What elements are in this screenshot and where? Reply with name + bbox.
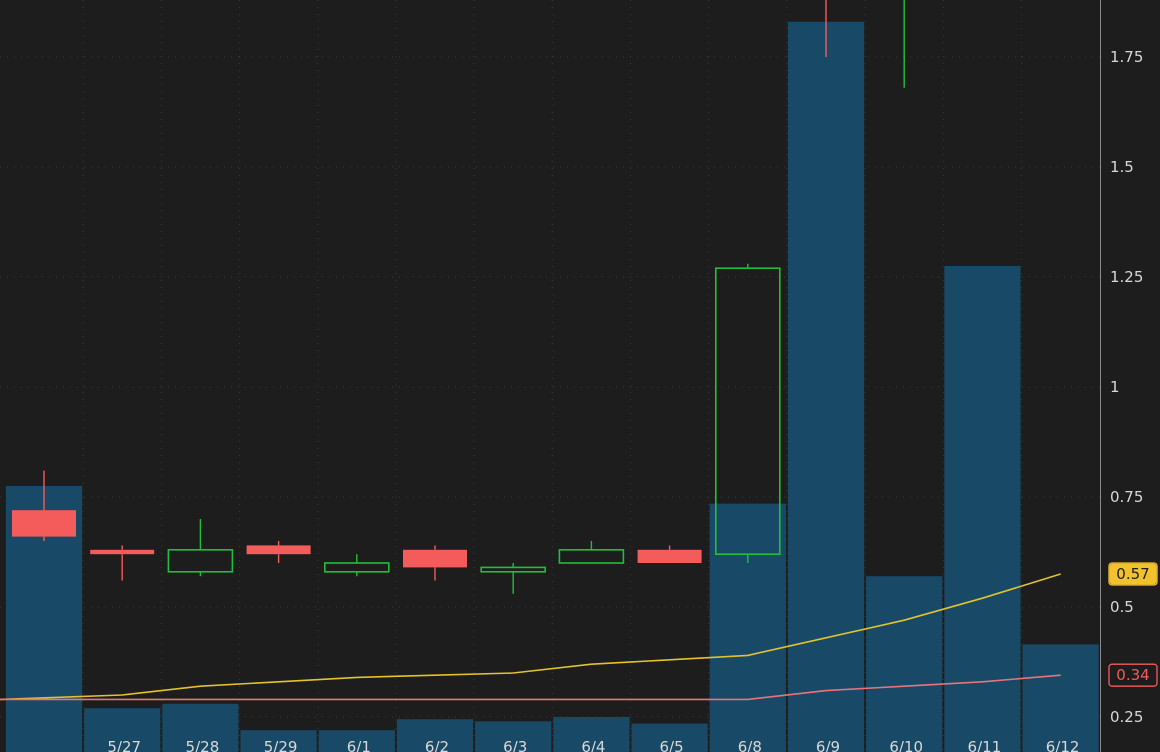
price-badge-text-2: 0.34 bbox=[1116, 666, 1149, 684]
candle-body-8 bbox=[637, 549, 702, 563]
volume-bar-13 bbox=[1022, 644, 1099, 752]
x-tick-label-7: 6/5 bbox=[660, 738, 684, 752]
volume-bars bbox=[5, 21, 1099, 752]
candle-body-3 bbox=[246, 545, 311, 555]
x-tick-label-10: 6/10 bbox=[889, 738, 923, 752]
x-tick-label-6: 6/4 bbox=[581, 738, 605, 752]
candle-body-7 bbox=[558, 548, 625, 564]
candle-8 bbox=[637, 545, 702, 563]
candle-6 bbox=[480, 563, 547, 594]
candle-3 bbox=[246, 541, 311, 563]
candle-body-0 bbox=[12, 510, 76, 537]
candle-5 bbox=[403, 545, 467, 581]
candlestick-chart: 5/27 5/28 5/29 6/1 6/2 6/3 6/4 6/5 6/8 6/9 6/10 6/1… bbox=[0, 0, 1158, 752]
x-tick-label-11: 6/11 bbox=[968, 738, 1002, 752]
x-tick-label-9: 6/9 bbox=[816, 738, 840, 752]
candle-1 bbox=[90, 545, 155, 581]
price-badge-text-1: 0.57 bbox=[1116, 565, 1149, 583]
candle-body-6 bbox=[480, 566, 547, 573]
x-tick-label-8: 6/8 bbox=[738, 738, 762, 752]
y-tick-label-0: 0.25 bbox=[1110, 708, 1143, 726]
y-tick-label-6: 1.75 bbox=[1110, 48, 1143, 66]
volume-bar-10 bbox=[787, 21, 865, 752]
candle-11 bbox=[903, 0, 905, 88]
x-tick-label-0: 5/27 bbox=[107, 738, 141, 752]
y-axis: 0.250.50.7511.251.51.7522.252.52.7533.25 bbox=[1110, 48, 1143, 726]
y-tick-label-3: 1 bbox=[1110, 378, 1120, 396]
volume-bar-11 bbox=[866, 576, 943, 752]
y-tick-label-4: 1.25 bbox=[1110, 268, 1143, 286]
candle-body-5 bbox=[403, 549, 467, 568]
x-tick-label-5: 6/3 bbox=[503, 738, 527, 752]
candle-body-1 bbox=[90, 549, 155, 555]
candle-2 bbox=[167, 519, 234, 577]
x-tick-label-4: 6/2 bbox=[425, 738, 449, 752]
price-badge-1: 0.57 bbox=[1108, 562, 1158, 586]
x-tick-label-12: 6/12 bbox=[1046, 738, 1080, 752]
candle-4 bbox=[323, 554, 390, 577]
x-tick-label-3: 6/1 bbox=[347, 738, 371, 752]
price-badges: 2.720.570.34 bbox=[1108, 562, 1158, 687]
y-tick-label-5: 1.5 bbox=[1110, 158, 1134, 176]
x-tick-label-1: 5/28 bbox=[186, 738, 220, 752]
y-tick-label-1: 0.5 bbox=[1110, 598, 1134, 616]
volume-bar-9 bbox=[709, 503, 786, 752]
candle-body-2 bbox=[167, 548, 234, 573]
candle-body-4 bbox=[323, 562, 390, 573]
price-badge-2: 0.34 bbox=[1108, 663, 1158, 687]
y-tick-label-2: 0.75 bbox=[1110, 488, 1143, 506]
x-tick-label-2: 5/29 bbox=[264, 738, 298, 752]
candle-7 bbox=[558, 541, 625, 564]
